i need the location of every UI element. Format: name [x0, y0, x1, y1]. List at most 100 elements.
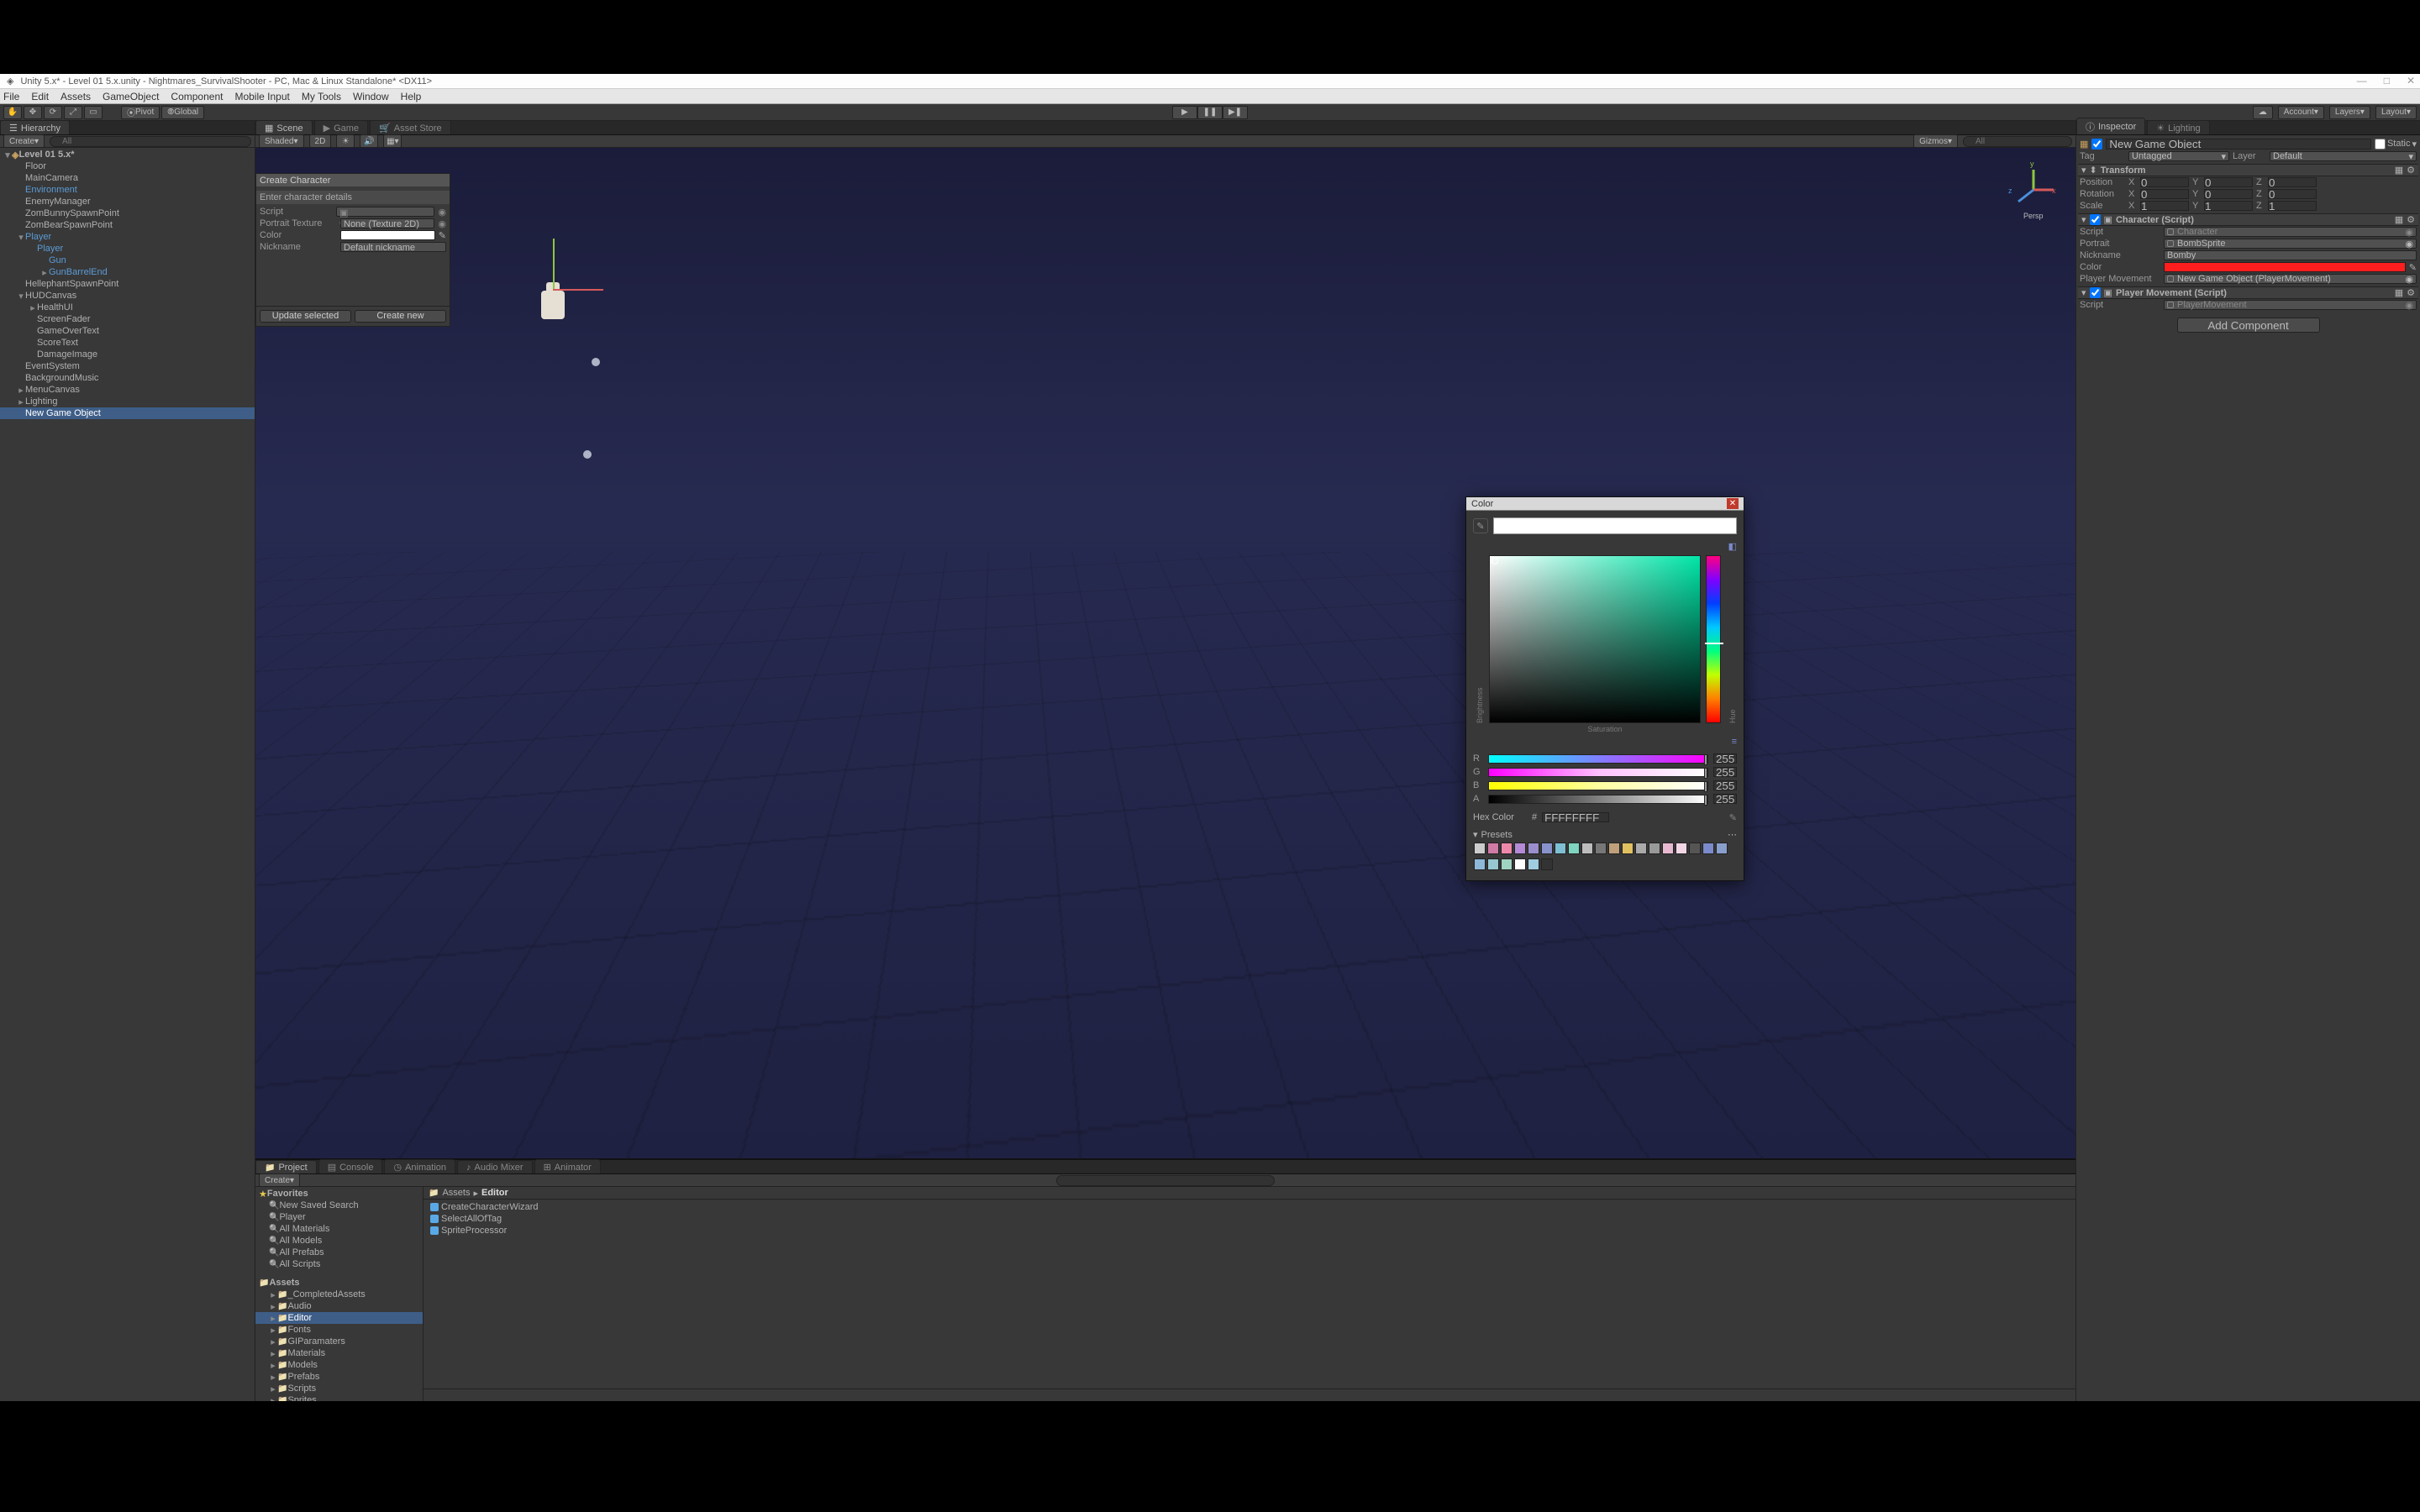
project-saved-search[interactable]: All Models	[255, 1235, 423, 1247]
hierarchy-item[interactable]: ▸GunBarrelEnd	[0, 266, 255, 278]
window-maximize-icon[interactable]: □	[2384, 75, 2390, 87]
hierarchy-item[interactable]: HellephantSpawnPoint	[0, 278, 255, 290]
project-file[interactable]: SpriteProcessor	[424, 1225, 2075, 1236]
orientation-gizmo[interactable]: y x z Persp	[2008, 165, 2059, 215]
character-portrait-field[interactable]: BombSprite◉	[2164, 239, 2417, 249]
hand-tool-icon[interactable]: ✋	[3, 106, 22, 119]
component-help-icon[interactable]: ▦	[2395, 165, 2403, 176]
component-settings-icon[interactable]: ⚙	[2407, 287, 2415, 298]
preset-swatch[interactable]	[1501, 858, 1512, 870]
add-component-button[interactable]: Add Component	[2177, 318, 2320, 333]
project-saved-search[interactable]: Player	[255, 1211, 423, 1223]
color-picker-cursor[interactable]	[1491, 558, 1498, 564]
tab-game[interactable]: ▶Game	[314, 120, 368, 134]
preset-swatch[interactable]	[1608, 843, 1620, 854]
hierarchy-item[interactable]: Environment	[0, 184, 255, 196]
preset-swatch[interactable]	[1555, 843, 1566, 854]
crumb-assets[interactable]: Assets	[442, 1188, 470, 1198]
crumb-current[interactable]: Editor	[481, 1188, 508, 1198]
rect-tool-icon[interactable]: ▭	[84, 106, 103, 119]
component-enabled-checkbox[interactable]	[2090, 287, 2101, 298]
window-close-icon[interactable]: ✕	[2407, 75, 2415, 87]
scene-2d-toggle[interactable]: 2D	[309, 134, 332, 148]
presets-menu-icon[interactable]: ⋯	[1728, 829, 1737, 840]
project-folder[interactable]: ▸ Prefabs	[255, 1371, 423, 1383]
tab-lighting[interactable]: ☀Lighting	[2147, 120, 2209, 134]
hue-slider[interactable]	[1706, 555, 1721, 723]
transform-pos-z[interactable]	[2268, 177, 2317, 187]
project-favorites-header[interactable]: ★ Favorites	[255, 1188, 423, 1200]
object-picker-icon[interactable]: ◉	[438, 207, 446, 218]
hierarchy-item[interactable]: BackgroundMusic	[0, 372, 255, 384]
hierarchy-item[interactable]: ScoreText	[0, 337, 255, 349]
preset-swatch[interactable]	[1568, 843, 1580, 854]
preset-swatch[interactable]	[1716, 843, 1728, 854]
eyedropper-icon[interactable]: ✎	[1473, 518, 1488, 533]
scene-gizmos-dropdown[interactable]: Gizmos ▾	[1913, 134, 1958, 148]
preset-swatch[interactable]	[1514, 858, 1526, 870]
preset-swatch[interactable]	[1541, 843, 1553, 854]
preset-swatch[interactable]	[1649, 843, 1660, 854]
space-toggle[interactable]: ⦾ Global	[161, 106, 204, 119]
slider-mode-icon[interactable]: ≡	[1732, 737, 1737, 747]
project-folder[interactable]: ▸ Materials	[255, 1347, 423, 1359]
hierarchy-item[interactable]: EventSystem	[0, 360, 255, 372]
static-checkbox[interactable]	[2375, 139, 2386, 150]
preset-swatch[interactable]	[1702, 843, 1714, 854]
project-saved-search[interactable]: All Scripts	[255, 1258, 423, 1270]
wizard-nickname-field[interactable]: Default nickname	[340, 242, 446, 252]
preset-swatch[interactable]	[1581, 843, 1593, 854]
hierarchy-item[interactable]: ScreenFader	[0, 313, 255, 325]
preset-swatch[interactable]	[1501, 843, 1512, 854]
b-slider[interactable]	[1488, 781, 1708, 790]
menu-edit[interactable]: Edit	[31, 91, 49, 102]
layout-dropdown[interactable]: Layout ▾	[2375, 106, 2417, 119]
project-folder[interactable]: ▸ Models	[255, 1359, 423, 1371]
character-color-swatch[interactable]	[2164, 262, 2406, 272]
pivot-toggle[interactable]: ⦿ Pivot	[121, 106, 160, 119]
hierarchy-item[interactable]: DamageImage	[0, 349, 255, 360]
preset-swatch[interactable]	[1622, 843, 1634, 854]
gameobject-active-checkbox[interactable]	[2091, 139, 2102, 150]
hierarchy-item[interactable]: Player	[0, 243, 255, 255]
wizard-portrait-field[interactable]: None (Texture 2D)	[340, 218, 434, 228]
eyedropper-icon[interactable]: ✎	[2409, 262, 2417, 273]
hierarchy-item[interactable]: GameOverText	[0, 325, 255, 337]
b-value[interactable]	[1713, 780, 1737, 790]
hierarchy-item[interactable]: New Game Object	[0, 407, 255, 419]
tag-dropdown[interactable]: Untagged▾	[2128, 151, 2229, 161]
component-help-icon[interactable]: ▦	[2395, 214, 2403, 225]
menu-assets[interactable]: Assets	[60, 91, 91, 102]
hierarchy-scene-row[interactable]: ▾◈ Level 01 5.x*	[0, 149, 255, 160]
component-enabled-checkbox[interactable]	[2090, 214, 2101, 225]
hierarchy-item[interactable]: Floor	[0, 160, 255, 172]
rotate-tool-icon[interactable]: ⟳	[44, 106, 62, 119]
preset-swatch[interactable]	[1528, 858, 1539, 870]
tab-animation[interactable]: ◷ Animation	[384, 1159, 455, 1173]
account-dropdown[interactable]: Account ▾	[2278, 106, 2324, 119]
transform-scale-z[interactable]	[2268, 201, 2317, 211]
preset-swatch[interactable]	[1635, 843, 1647, 854]
step-button-icon[interactable]: ▶❚	[1223, 106, 1248, 119]
create-new-button[interactable]: Create new	[355, 310, 446, 323]
hue-marker[interactable]	[1705, 643, 1723, 644]
scene-viewport[interactable]: y x z Persp Create Character Enter chara…	[255, 148, 2075, 1158]
update-selected-button[interactable]: Update selected	[260, 310, 351, 323]
preset-swatch[interactable]	[1514, 843, 1526, 854]
project-folder[interactable]: ▸ Fonts	[255, 1324, 423, 1336]
project-file-list[interactable]: CreateCharacterWizardSelectAllOfTagSprit…	[424, 1200, 2075, 1389]
project-folder[interactable]: ▸ Sprites	[255, 1394, 423, 1401]
project-assets-root[interactable]: Assets	[255, 1277, 423, 1289]
hierarchy-item[interactable]: EnemyManager	[0, 196, 255, 207]
project-search[interactable]	[1056, 1175, 1275, 1186]
persp-label[interactable]: Persp	[2023, 212, 2044, 220]
tab-project[interactable]: Project	[255, 1160, 317, 1173]
preset-swatch[interactable]	[1487, 843, 1499, 854]
component-help-icon[interactable]: ▦	[2395, 287, 2403, 298]
g-slider[interactable]	[1488, 768, 1708, 777]
project-folder[interactable]: ▸ Scripts	[255, 1383, 423, 1394]
hierarchy-item[interactable]: MainCamera	[0, 172, 255, 184]
hierarchy-item[interactable]: ▾HUDCanvas	[0, 290, 255, 302]
scene-fx-icon[interactable]: ▦▾	[383, 134, 402, 148]
layer-dropdown[interactable]: Default▾	[2270, 151, 2417, 161]
